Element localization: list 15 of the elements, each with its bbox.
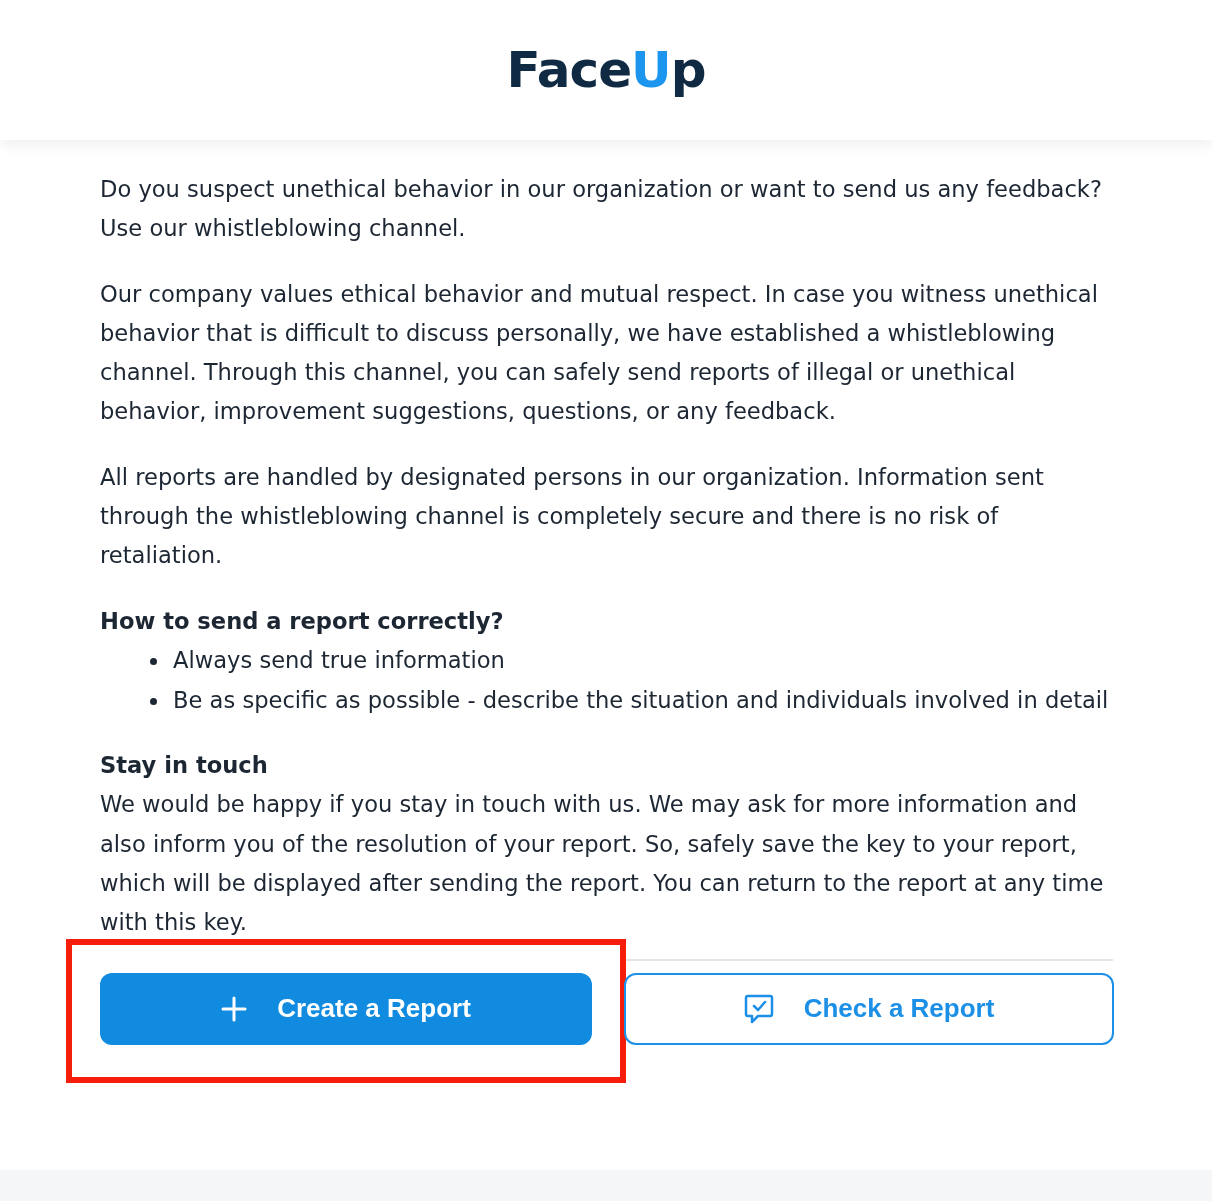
list-item: Always send true information bbox=[173, 646, 505, 673]
bullet-icon bbox=[150, 697, 157, 705]
paragraph: All reports are handled by designated persons in our organization. Information sent through the whistleblowing channel is completely secure and there is no risk of retaliation. bbox=[100, 462, 1045, 571]
plus-icon bbox=[221, 995, 248, 1022]
bullet-icon bbox=[150, 657, 157, 665]
paragraph: Do you suspect unethical behavior in our organization or want to send us any feedback? Use our whistleblowing channel. bbox=[100, 175, 1103, 244]
section-heading: How to send a report correctly? bbox=[100, 606, 505, 636]
create-report-button[interactable]: Create a Report bbox=[100, 972, 592, 1045]
check-report-button[interactable]: Check a Report bbox=[624, 972, 1114, 1045]
paragraph: Our company values ethical behavior and mutual respect. In case you witness unethical behavior that is difficult to discuss personally, we have established a whistleblowing channel. Through this channel, you can safely send reports of illegal or unethical behavior, improvement suggestions, questions, or any feedback. bbox=[100, 279, 1099, 427]
logo: FaceUp bbox=[506, 41, 706, 99]
chat-check-icon bbox=[743, 992, 774, 1025]
section-heading: Stay in touch bbox=[100, 751, 269, 781]
paragraph: We would be happy if you stay in touch with us. We may ask for more information and also inform you of the resolution of your report. So, safely save the key to your report, which will be displayed after sending the report. You can return to the report at any time with this key. bbox=[100, 790, 1105, 938]
list-item: Be as specific as possible - describe the situation and individuals involved in detail bbox=[173, 686, 1109, 713]
